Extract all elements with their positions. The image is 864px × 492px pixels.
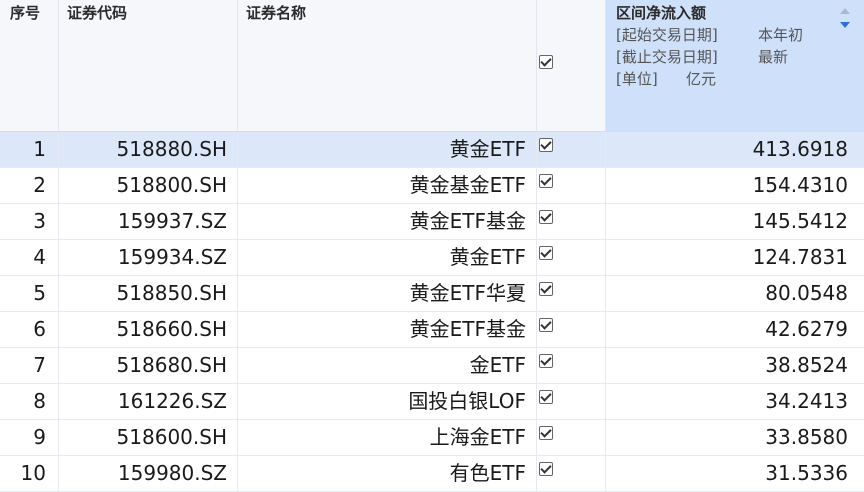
row-net-inflow: 80.0548: [765, 281, 848, 305]
row-net-inflow: 38.8524: [765, 353, 848, 377]
row-name: 有色ETF: [449, 461, 526, 485]
row-code: 518660.SH: [116, 317, 227, 341]
column-header-code-label: 证券代码: [67, 4, 128, 22]
table-row[interactable]: 2 518800.SH 黄金基金ETF 154.4310: [0, 168, 864, 204]
row-code: 161226.SZ: [117, 389, 227, 413]
row-checkbox[interactable]: [539, 210, 553, 224]
table-row[interactable]: 10 159980.SZ 有色ETF 31.5336: [0, 456, 864, 492]
row-checkbox[interactable]: [539, 390, 553, 404]
row-checkbox[interactable]: [539, 462, 553, 476]
param-unit: [单位] 亿元: [616, 68, 716, 89]
row-net-inflow: 42.6279: [765, 317, 848, 341]
table-row[interactable]: 3 159937.SZ 黄金ETF基金 145.5412: [0, 204, 864, 240]
column-header-net-inflow-label: 区间净流入额: [616, 4, 707, 22]
select-all-checkbox[interactable]: [539, 55, 553, 69]
column-header-seq[interactable]: 序号: [0, 0, 59, 131]
row-checkbox[interactable]: [539, 426, 553, 440]
row-name: 黄金ETF: [449, 137, 526, 161]
param-unit-value: 亿元: [686, 70, 717, 88]
row-name: 金ETF: [469, 353, 526, 377]
param-start-date-label: [起始交易日期]: [616, 26, 718, 44]
row-code: 159980.SZ: [117, 461, 227, 485]
column-header-seq-label: 序号: [10, 4, 41, 22]
row-code: 159934.SZ: [117, 245, 227, 269]
sort-down-arrow-icon: [840, 22, 850, 28]
row-net-inflow: 145.5412: [752, 209, 848, 233]
row-seq: 10: [20, 461, 46, 485]
row-code: 518680.SH: [116, 353, 227, 377]
param-start-date: [起始交易日期] 本年初: [616, 24, 803, 45]
row-seq: 4: [33, 245, 46, 269]
row-seq: 8: [33, 389, 46, 413]
row-code: 518800.SH: [116, 173, 227, 197]
table-row[interactable]: 6 518660.SH 黄金ETF基金 42.6279: [0, 312, 864, 348]
row-checkbox[interactable]: [539, 246, 553, 260]
column-header-select: [537, 0, 606, 131]
row-net-inflow: 31.5336: [765, 461, 848, 485]
column-header-code[interactable]: 证券代码: [59, 0, 238, 131]
table-body: 1 518880.SH 黄金ETF 413.6918 2 518800.SH 黄…: [0, 132, 864, 492]
row-code: 518880.SH: [116, 137, 227, 161]
table-header: 序号 证券代码 证券名称 区间净流入额 [起始交易日期] 本年初 [截止交易日期…: [0, 0, 864, 132]
table-row[interactable]: 4 159934.SZ 黄金ETF 124.7831: [0, 240, 864, 276]
row-checkbox[interactable]: [539, 138, 553, 152]
row-name: 黄金基金ETF: [409, 173, 526, 197]
row-seq: 9: [33, 425, 46, 449]
row-name: 黄金ETF基金: [409, 209, 526, 233]
row-net-inflow: 124.7831: [752, 245, 848, 269]
row-checkbox[interactable]: [539, 282, 553, 296]
column-header-name[interactable]: 证券名称: [238, 0, 537, 131]
row-net-inflow: 413.6918: [752, 137, 848, 161]
table-row[interactable]: 8 161226.SZ 国投白银LOF 34.2413: [0, 384, 864, 420]
row-seq: 2: [33, 173, 46, 197]
table-row[interactable]: 1 518880.SH 黄金ETF 413.6918: [0, 132, 864, 168]
table-row[interactable]: 7 518680.SH 金ETF 38.8524: [0, 348, 864, 384]
row-code: 159937.SZ: [117, 209, 227, 233]
sort-descending-icon[interactable]: [840, 8, 850, 30]
row-checkbox[interactable]: [539, 354, 553, 368]
row-seq: 5: [33, 281, 46, 305]
row-net-inflow: 34.2413: [765, 389, 848, 413]
row-seq: 6: [33, 317, 46, 341]
column-header-name-label: 证券名称: [246, 4, 307, 22]
sort-up-arrow-icon: [840, 8, 850, 14]
table-row[interactable]: 5 518850.SH 黄金ETF华夏 80.0548: [0, 276, 864, 312]
row-seq: 3: [33, 209, 46, 233]
row-net-inflow: 154.4310: [752, 173, 848, 197]
row-checkbox[interactable]: [539, 318, 553, 332]
table-row[interactable]: 9 518600.SH 上海金ETF 33.8580: [0, 420, 864, 456]
param-end-date-value: 最新: [758, 48, 789, 66]
row-seq: 1: [33, 137, 46, 161]
row-seq: 7: [33, 353, 46, 377]
etf-data-grid: 序号 证券代码 证券名称 区间净流入额 [起始交易日期] 本年初 [截止交易日期…: [0, 0, 864, 492]
row-name: 国投白银LOF: [408, 389, 526, 413]
row-code: 518600.SH: [116, 425, 227, 449]
column-header-net-inflow[interactable]: 区间净流入额 [起始交易日期] 本年初 [截止交易日期] 最新 [单位] 亿元: [606, 0, 864, 131]
row-code: 518850.SH: [116, 281, 227, 305]
param-unit-label: [单位]: [616, 70, 658, 88]
row-name: 上海金ETF: [429, 425, 526, 449]
row-name: 黄金ETF基金: [409, 317, 526, 341]
param-start-date-value: 本年初: [758, 26, 804, 44]
row-name: 黄金ETF华夏: [409, 281, 526, 305]
row-name: 黄金ETF: [449, 245, 526, 269]
row-checkbox[interactable]: [539, 174, 553, 188]
param-end-date: [截止交易日期] 最新: [616, 46, 788, 67]
row-net-inflow: 33.8580: [765, 425, 848, 449]
param-end-date-label: [截止交易日期]: [616, 48, 718, 66]
